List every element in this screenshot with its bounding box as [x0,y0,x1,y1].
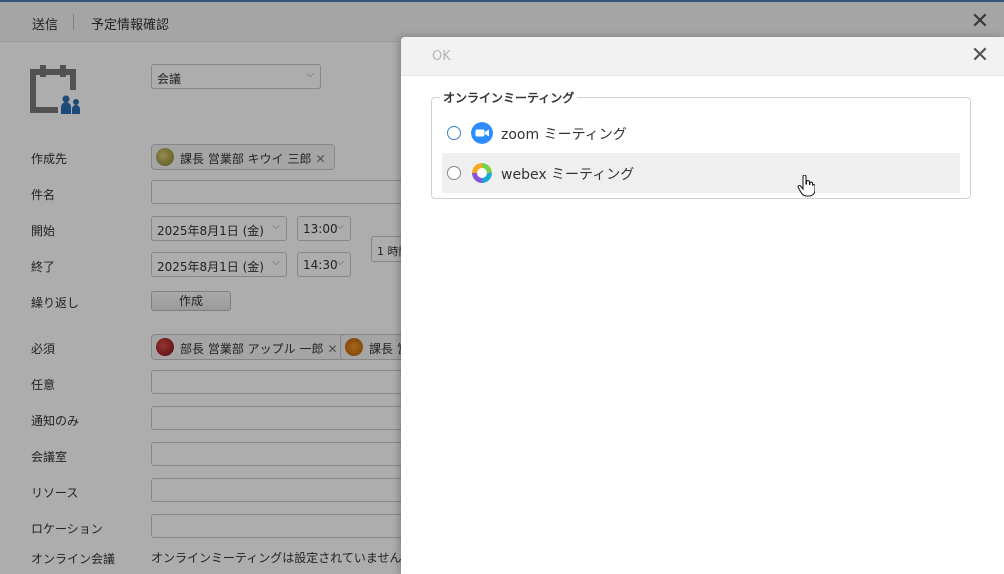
online-meeting-fieldset: オンラインミーティング zoom ミーティング webex ミーティング [431,89,971,199]
webex-icon [471,162,493,184]
online-meeting-dialog: OK ✕ オンラインミーティング zoom ミーティング webex ミーティン… [401,37,1004,574]
webex-radio[interactable] [447,166,461,180]
zoom-radio[interactable] [447,126,461,140]
fieldset-legend: オンラインミーティング [440,89,578,106]
zoom-option-label: zoom ミーティング [501,127,627,143]
dialog-header: OK ✕ [401,37,1004,76]
close-icon[interactable]: ✕ [969,45,991,67]
hand-pointer-icon [797,175,815,197]
zoom-option[interactable]: zoom ミーティング [442,113,960,153]
ok-button[interactable]: OK [432,49,451,64]
webex-option[interactable]: webex ミーティング [442,153,960,193]
zoom-icon [471,122,493,144]
webex-option-label: webex ミーティング [501,167,635,183]
